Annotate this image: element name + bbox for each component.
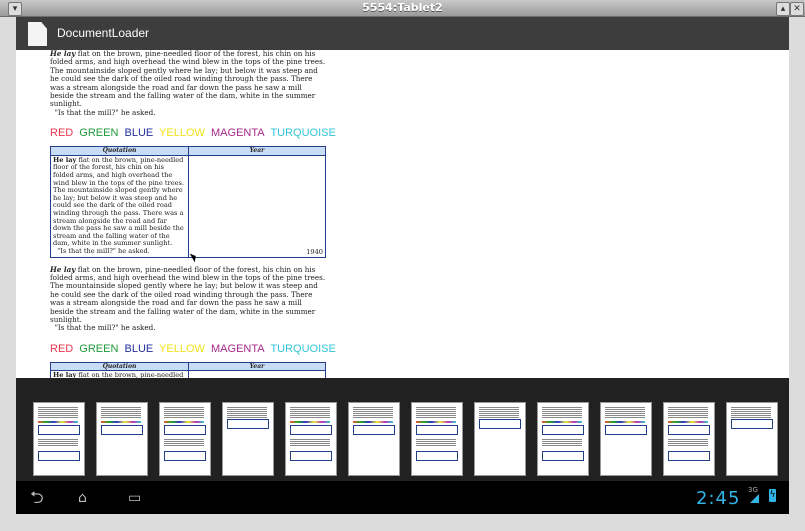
window-titlebar: 5554:Tablet2 ▾ ▴ ✕ (0, 0, 805, 17)
back-arrow-icon[interactable]: ⮌ (30, 489, 44, 507)
paragraph: He lay flat on the brown, pine-needled f… (50, 264, 326, 333)
system-navigation-bar: ⮌ ⌂ ▭ 2:45 3G ϟ (16, 481, 789, 514)
status-clock: 2:45 (696, 488, 741, 509)
color-word-turquoise: TURQUOISE (270, 127, 336, 140)
page-thumbnail[interactable] (285, 402, 337, 476)
action-bar: DocumentLoader (16, 17, 789, 50)
color-word-blue: BLUE (124, 342, 154, 355)
page-thumbnail-strip[interactable] (16, 378, 789, 481)
table-year: 1940 (306, 247, 323, 256)
recent-apps-icon[interactable]: ▭ (128, 489, 141, 507)
color-word-red: RED (50, 342, 74, 355)
battery-charging-icon: ϟ (769, 489, 776, 502)
table-header-quotation: Quotation (50, 361, 189, 372)
color-word-green: GREEN (79, 342, 119, 355)
color-word-yellow: YELLOW (159, 127, 205, 140)
page-thumbnail[interactable] (411, 402, 463, 476)
page-thumbnail[interactable] (96, 402, 148, 476)
page-thumbnail[interactable] (474, 402, 526, 476)
color-word-red: RED (50, 127, 74, 140)
table-row: He lay flat on the brown, pine-needled f… (50, 370, 326, 378)
quotation-table: Quotation Year He lay flat on the brown,… (50, 361, 326, 378)
color-word-yellow: YELLOW (159, 342, 205, 355)
table-row: He lay flat on the brown, pine-needled f… (50, 154, 326, 258)
color-words: RED GREEN BLUE YELLOW MAGENTA TURQUOISE (50, 342, 336, 355)
window-close-icon[interactable]: ✕ (790, 2, 804, 16)
color-word-magenta: MAGENTA (211, 127, 265, 140)
color-words: RED GREEN BLUE YELLOW MAGENTA TURQUOISE (50, 127, 336, 140)
color-word-magenta: MAGENTA (211, 342, 265, 355)
window-menu-icon[interactable]: ▾ (8, 2, 22, 16)
page-thumbnail[interactable] (222, 402, 274, 476)
device-screen: DocumentLoader He lay flat on the brown,… (16, 17, 789, 514)
signal-icon (750, 494, 759, 503)
document-page: He lay flat on the brown, pine-needled f… (50, 50, 336, 378)
page-thumbnail[interactable] (663, 402, 715, 476)
document-icon[interactable] (28, 22, 47, 46)
table-header-year: Year (188, 361, 326, 372)
color-word-green: GREEN (79, 127, 119, 140)
color-word-turquoise: TURQUOISE (270, 342, 336, 355)
network-type: 3G (748, 486, 758, 494)
document-view[interactable]: He lay flat on the brown, pine-needled f… (16, 50, 789, 378)
page-thumbnail[interactable] (600, 402, 652, 476)
page-thumbnail[interactable] (159, 402, 211, 476)
app-title: DocumentLoader (57, 26, 150, 40)
color-word-blue: BLUE (124, 127, 154, 140)
home-icon[interactable]: ⌂ (78, 489, 87, 507)
page-thumbnail[interactable] (348, 402, 400, 476)
page-thumbnail[interactable] (537, 402, 589, 476)
page-thumbnail[interactable] (33, 402, 85, 476)
table-header-quotation: Quotation (50, 146, 189, 156)
paragraph: He lay flat on the brown, pine-needled f… (50, 50, 326, 117)
window-maximize-icon[interactable]: ▴ (776, 2, 790, 16)
table-header-year: Year (188, 146, 326, 156)
quotation-table: Quotation Year He lay flat on the brown,… (50, 146, 326, 258)
page-thumbnail[interactable] (726, 402, 778, 476)
window-title: 5554:Tablet2 (362, 1, 443, 14)
